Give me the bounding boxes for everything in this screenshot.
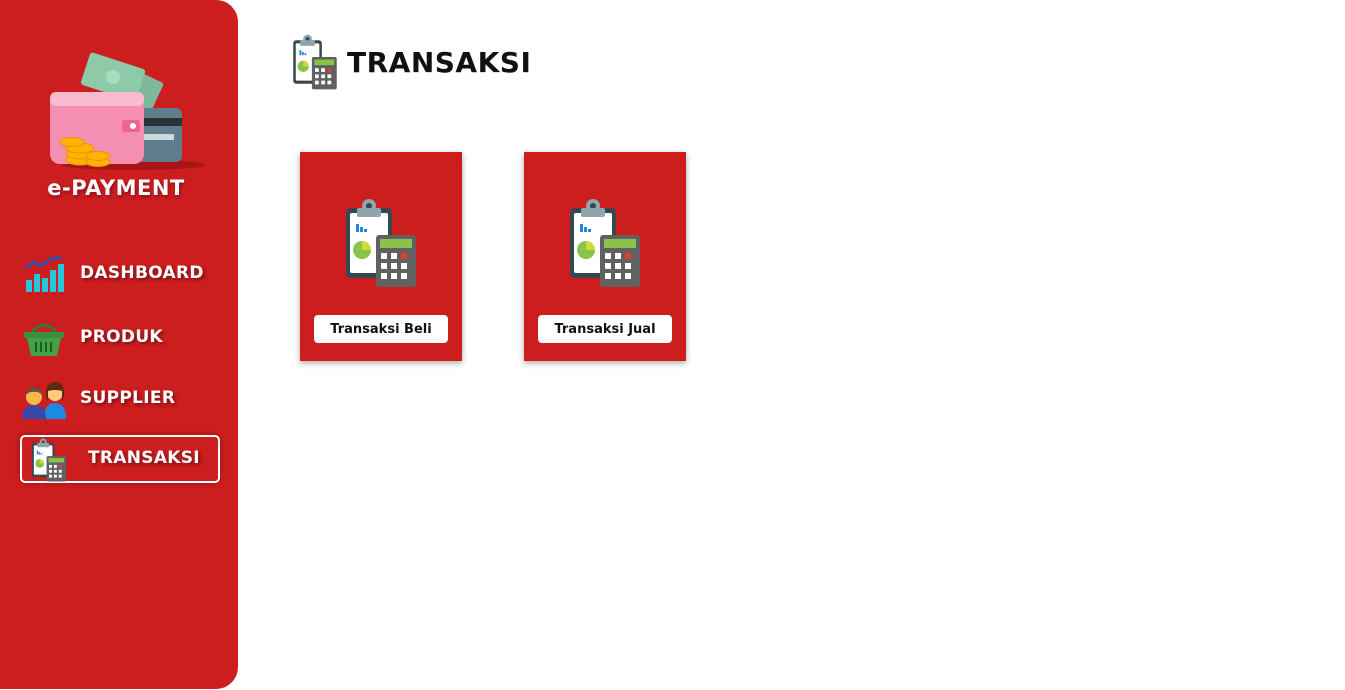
sidebar-item-label: DASHBOARD <box>80 263 204 283</box>
transaksi-jual-card[interactable]: Transaksi Jual <box>524 152 686 361</box>
sidebar-item-label: SUPPLIER <box>80 388 176 408</box>
clipboard-calculator-icon <box>568 198 642 288</box>
transaksi-beli-button[interactable]: Transaksi Beli <box>314 315 448 343</box>
transaksi-jual-button[interactable]: Transaksi Jual <box>538 315 672 343</box>
sidebar-item-transaksi[interactable]: TRANSAKSI <box>20 435 220 483</box>
sidebar: e-PAYMENT DASHBOARD PRODUK SUPPLIER TRAN… <box>0 0 238 689</box>
page-title: TRANSAKSI <box>347 46 532 79</box>
sidebar-item-label: TRANSAKSI <box>88 448 200 468</box>
wallet-money-icon <box>50 52 206 170</box>
bar-chart-icon <box>24 255 64 292</box>
sidebar-item-supplier[interactable]: SUPPLIER <box>20 375 220 423</box>
sidebar-item-label: PRODUK <box>80 327 163 347</box>
clipboard-calculator-icon <box>30 438 68 482</box>
transaksi-beli-card[interactable]: Transaksi Beli <box>300 152 462 361</box>
shopping-basket-icon <box>24 323 64 356</box>
brand-name: e-PAYMENT <box>47 176 185 200</box>
sidebar-item-dashboard[interactable]: DASHBOARD <box>20 250 220 298</box>
sidebar-item-produk[interactable]: PRODUK <box>20 314 220 362</box>
clipboard-calculator-icon <box>344 198 418 288</box>
people-icon <box>22 382 66 419</box>
clipboard-calculator-icon <box>292 34 338 90</box>
